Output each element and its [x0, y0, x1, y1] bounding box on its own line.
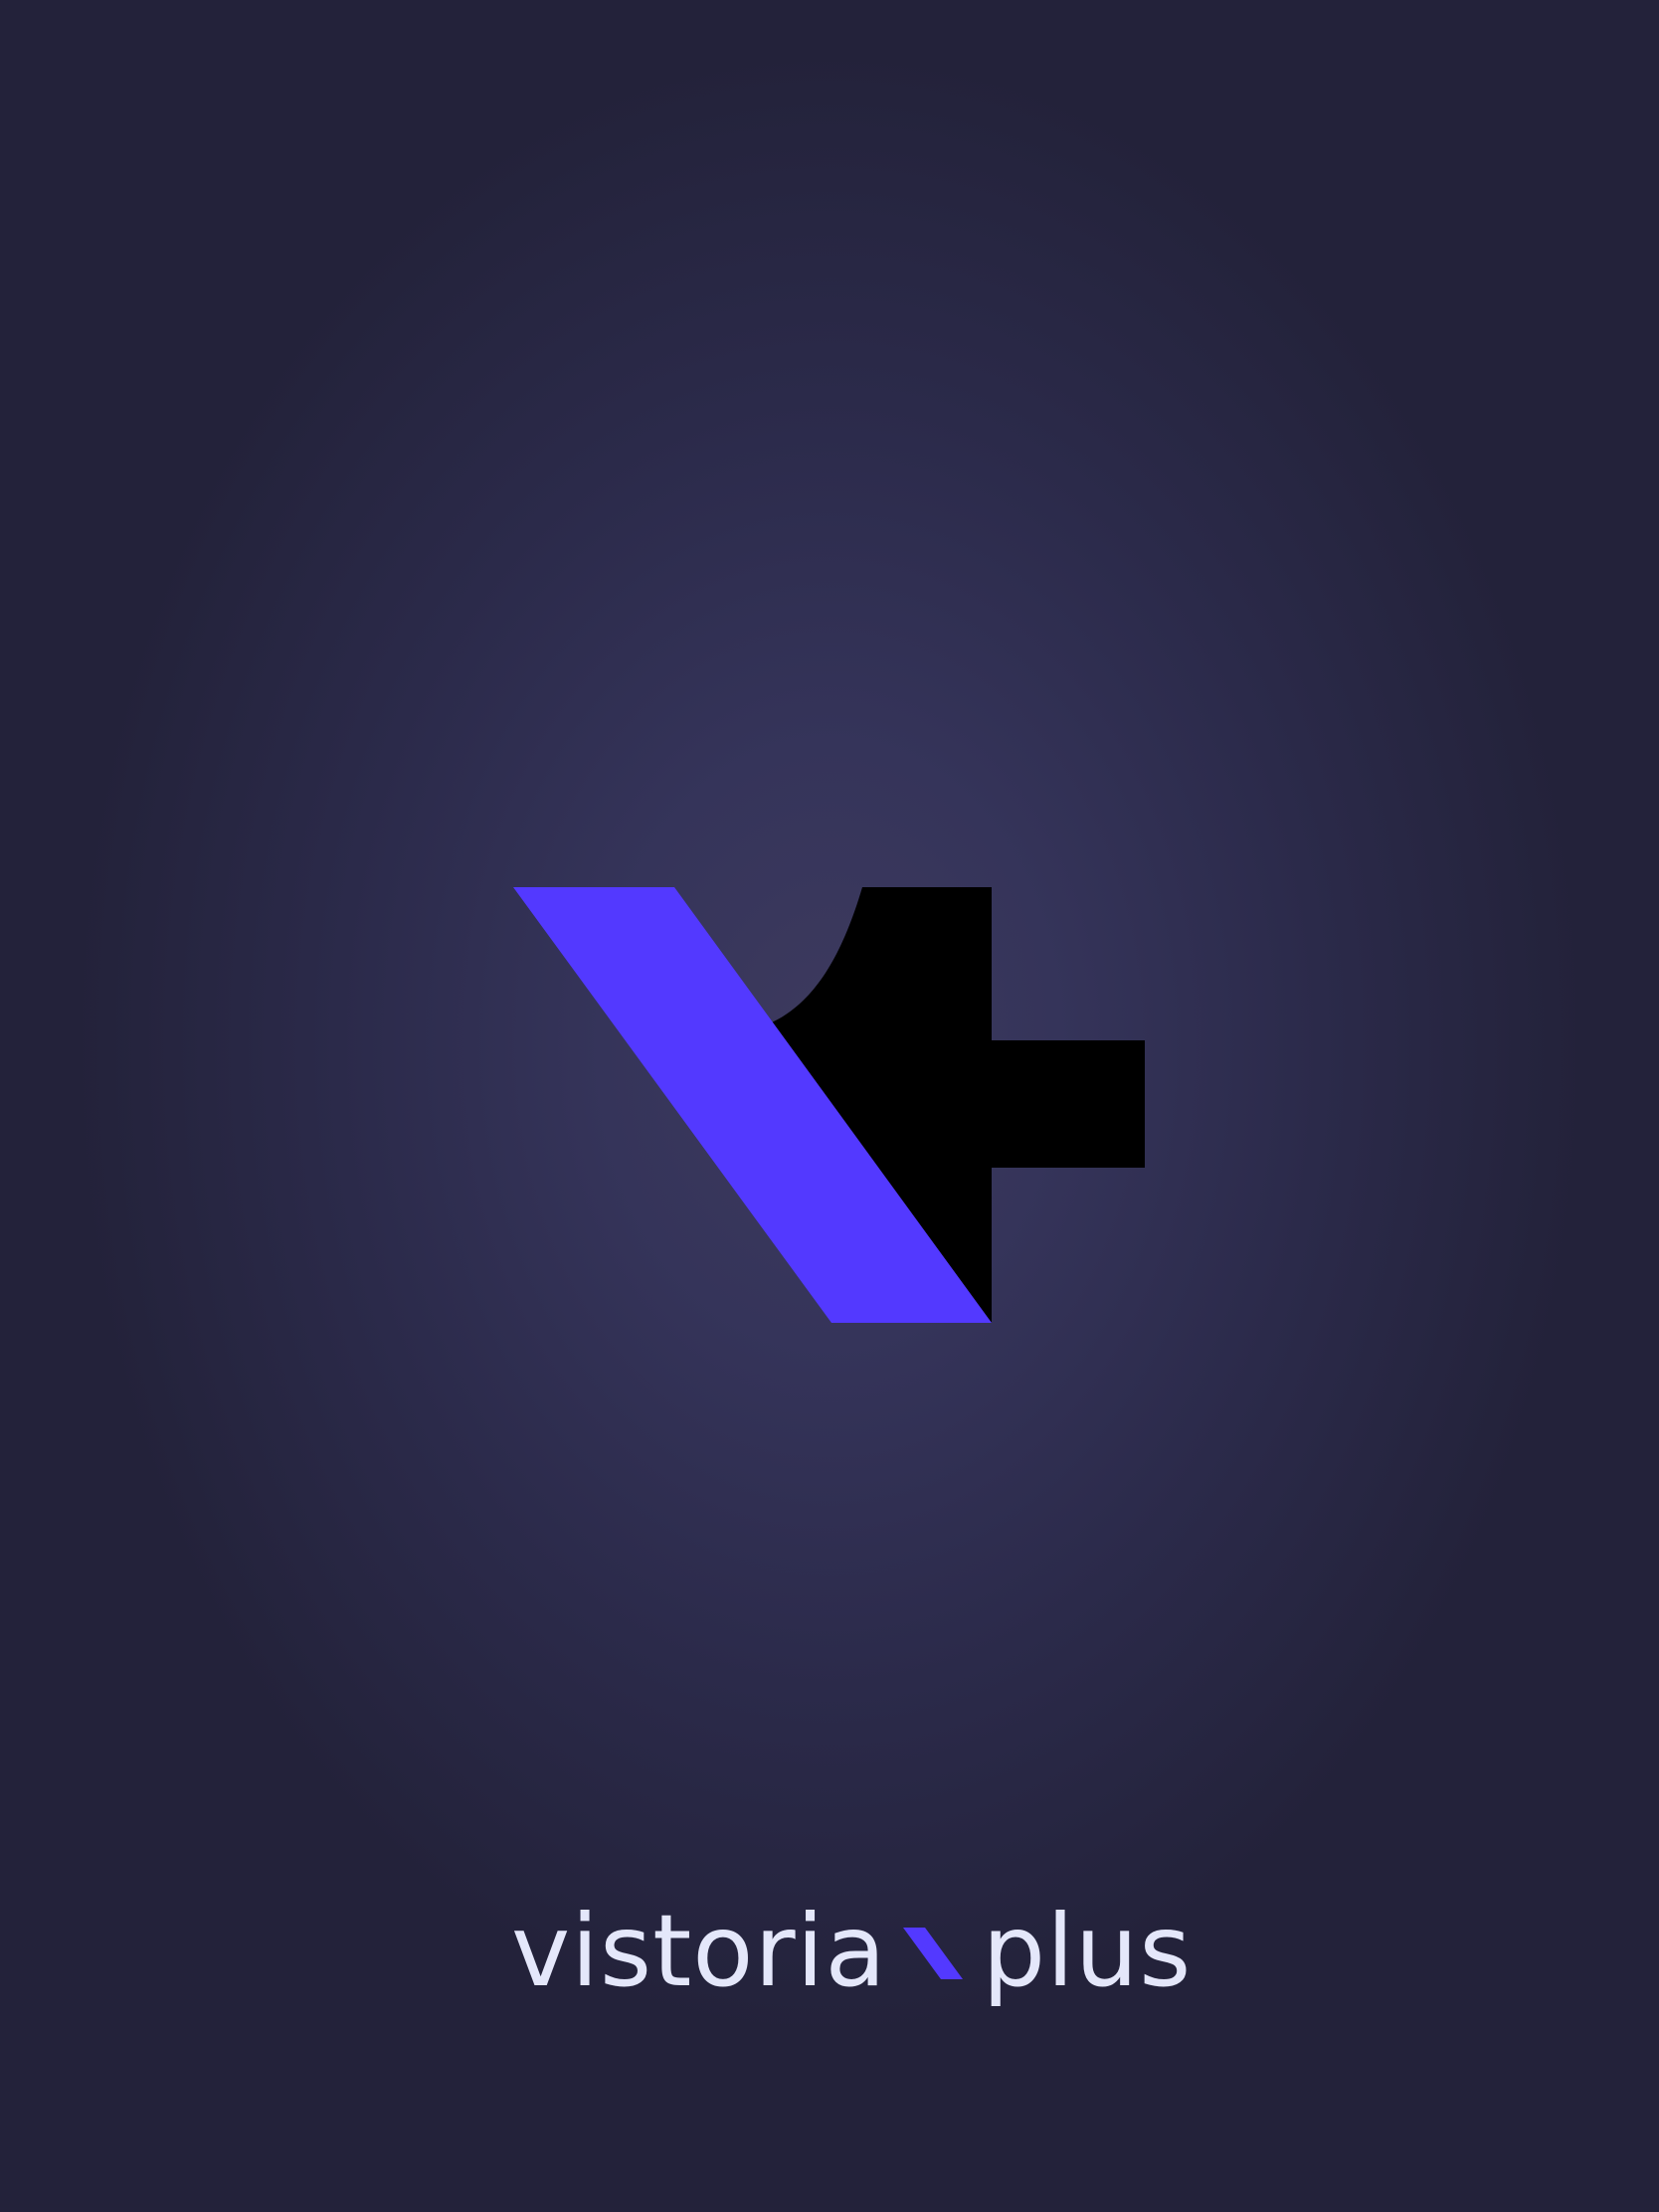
brand-name-right: plus [982, 1893, 1193, 2009]
slash-accent-icon [902, 1928, 963, 1979]
brand-name-left: vistoria [511, 1893, 887, 2009]
brand-wordmark: vistoria plus [511, 1882, 1192, 2001]
vistoria-plus-logo-icon [513, 887, 1145, 1323]
splash-screen: vistoria plus [0, 0, 1659, 2212]
